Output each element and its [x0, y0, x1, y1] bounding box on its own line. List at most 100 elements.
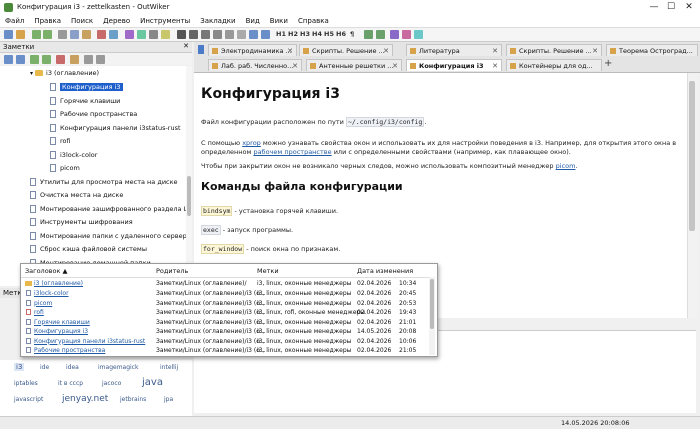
tag-jpa[interactable]: jpa: [164, 396, 173, 403]
close-window-button[interactable]: ✕: [683, 2, 695, 13]
link-icon[interactable]: [125, 30, 134, 39]
bold-icon[interactable]: [177, 30, 186, 39]
results-scroll-thumb[interactable]: [430, 279, 434, 329]
menu-file[interactable]: Файл: [0, 15, 29, 25]
paragraph-button[interactable]: ¶: [350, 30, 354, 38]
subscript-icon[interactable]: [225, 30, 234, 39]
attach-icon[interactable]: [161, 30, 170, 39]
minimize-button[interactable]: —: [648, 2, 660, 13]
numbered-list-icon[interactable]: [376, 30, 385, 39]
list-icon[interactable]: [364, 30, 373, 39]
result-row[interactable]: rofi Заметки/Linux (оглавление)/i3 (о...…: [21, 308, 429, 318]
tag-jetbrains[interactable]: jetbrains: [120, 396, 146, 403]
tab-config-i3[interactable]: Конфигурация i3 ✕: [406, 59, 502, 71]
tag-it-ussr[interactable]: it в сссp: [58, 380, 83, 387]
heading-h2-button[interactable]: H2: [288, 30, 298, 38]
html-icon[interactable]: [414, 30, 423, 39]
tab-literature[interactable]: Литература ✕: [406, 44, 502, 56]
tag-intellij[interactable]: intellij: [160, 364, 178, 371]
back-icon[interactable]: [32, 30, 41, 39]
tree-item-workspaces[interactable]: Рабочие пространства: [50, 109, 137, 120]
menu-tree[interactable]: Дерево: [98, 15, 135, 25]
tag-idea[interactable]: idea: [66, 364, 79, 371]
align-center-icon[interactable]: [261, 30, 270, 39]
tree-scrollbar[interactable]: [186, 66, 192, 286]
open-icon[interactable]: [16, 30, 25, 39]
expand-icon[interactable]: [96, 55, 105, 64]
tab-ostrogradsky[interactable]: Теорема Остроград...: [606, 44, 698, 56]
menu-edit[interactable]: Правка: [29, 15, 66, 25]
content-scrollbar[interactable]: [687, 73, 697, 318]
column-parent[interactable]: Родитель: [156, 267, 188, 275]
tree-scroll-thumb[interactable]: [187, 176, 191, 216]
tab-electrodynamics[interactable]: Электродинамика ... ✕: [208, 44, 297, 56]
quote-icon[interactable]: [390, 30, 399, 39]
result-row[interactable]: Конфигурация панели i3status-rust Заметк…: [21, 337, 429, 347]
content-scroll-thumb[interactable]: [689, 81, 695, 231]
superscript-icon[interactable]: [237, 30, 246, 39]
column-date[interactable]: Дата изменения: [357, 267, 413, 275]
menu-tools[interactable]: Инструменты: [135, 15, 195, 25]
move-down-icon[interactable]: [42, 55, 51, 64]
tab-close-icon[interactable]: ✕: [292, 60, 298, 71]
tab-close-icon[interactable]: ✕: [392, 60, 398, 71]
heading-h1-button[interactable]: H1: [276, 30, 286, 38]
tree-item-disk-utils[interactable]: Утилиты для просмотра места на диске: [30, 177, 178, 188]
result-row[interactable]: i3 (оглавление) Заметки/Linux (оглавлени…: [21, 279, 429, 289]
tag-ide[interactable]: ide: [40, 364, 49, 371]
column-title[interactable]: Заголовок ▲: [25, 267, 67, 275]
tree-item-i3status[interactable]: Конфигурация панели i3status-rust: [50, 123, 181, 134]
result-row[interactable]: Рабочие пространства Заметки/Linux (огла…: [21, 346, 429, 355]
tag-javascript[interactable]: javascript: [14, 396, 43, 403]
delete-icon[interactable]: [56, 55, 65, 64]
maximize-button[interactable]: ☐: [665, 2, 677, 13]
table-icon[interactable]: [149, 30, 158, 39]
code-icon[interactable]: [402, 30, 411, 39]
tab-close-icon[interactable]: ✕: [592, 45, 598, 56]
cut-icon[interactable]: [58, 30, 67, 39]
redo-icon[interactable]: [109, 30, 118, 39]
result-row[interactable]: Горячие клавиши Заметки/Linux (оглавлени…: [21, 318, 429, 328]
tag-java[interactable]: java: [142, 377, 163, 388]
menu-wiki[interactable]: Вики: [265, 15, 293, 25]
tree-item-disk-cleanup[interactable]: Очистка места на диске: [30, 190, 123, 201]
tree-item-luks[interactable]: Монтирование зашифрованного раздела LUKS: [30, 204, 186, 215]
tag-iptables[interactable]: iptables: [14, 380, 38, 387]
menu-help[interactable]: Справка: [293, 15, 334, 25]
paste-icon[interactable]: [82, 30, 91, 39]
tag-i3[interactable]: i3: [14, 363, 25, 371]
xprop-link[interactable]: xprop: [242, 139, 261, 147]
tab-containers[interactable]: Контейнеры для од...: [506, 59, 602, 71]
add-child-icon[interactable]: [16, 55, 25, 64]
tree-item-config-i3[interactable]: Конфигурация i3: [50, 82, 123, 93]
italic-icon[interactable]: [189, 30, 198, 39]
tree-item-remote-mount[interactable]: Монтирование папки с удаленного сервера: [30, 231, 186, 242]
tree-item-picom[interactable]: picom: [50, 163, 80, 174]
column-tags[interactable]: Метки: [257, 267, 279, 275]
result-row[interactable]: Конфигурация i3 Заметки/Linux (оглавлени…: [21, 327, 429, 337]
heading-h6-button[interactable]: H6: [336, 30, 346, 38]
image-icon[interactable]: [137, 30, 146, 39]
new-note-icon[interactable]: [4, 30, 13, 39]
tree-item-fs-cache[interactable]: Сброс кэша файловой системы: [30, 244, 147, 255]
copy-icon[interactable]: [70, 30, 79, 39]
underline-icon[interactable]: [201, 30, 210, 39]
picom-link[interactable]: picom: [556, 162, 576, 170]
tree-item-i3[interactable]: ▾ i3 (оглавление): [30, 68, 99, 79]
bookmark-icon[interactable]: [198, 45, 204, 54]
tab-close-icon[interactable]: ✕: [383, 45, 389, 56]
tag-jenyay[interactable]: jenyay.net: [62, 394, 108, 404]
tree-item-encryption[interactable]: Инструменты шифрования: [30, 217, 133, 228]
panel-close-icon[interactable]: ✕: [183, 42, 189, 50]
menu-view[interactable]: Вид: [241, 15, 265, 25]
tab-close-icon[interactable]: ✕: [287, 45, 293, 56]
tab-numerical-lab[interactable]: Лаб. раб. Численно... ✕: [208, 59, 302, 71]
menu-search[interactable]: Поиск: [66, 15, 98, 25]
undo-icon[interactable]: [97, 30, 106, 39]
tab-close-icon[interactable]: ✕: [492, 45, 498, 56]
add-tab-button[interactable]: +: [604, 58, 612, 69]
move-up-icon[interactable]: [30, 55, 39, 64]
menu-bookmarks[interactable]: Закладки: [195, 15, 240, 25]
properties-icon[interactable]: [70, 55, 79, 64]
align-left-icon[interactable]: [249, 30, 258, 39]
